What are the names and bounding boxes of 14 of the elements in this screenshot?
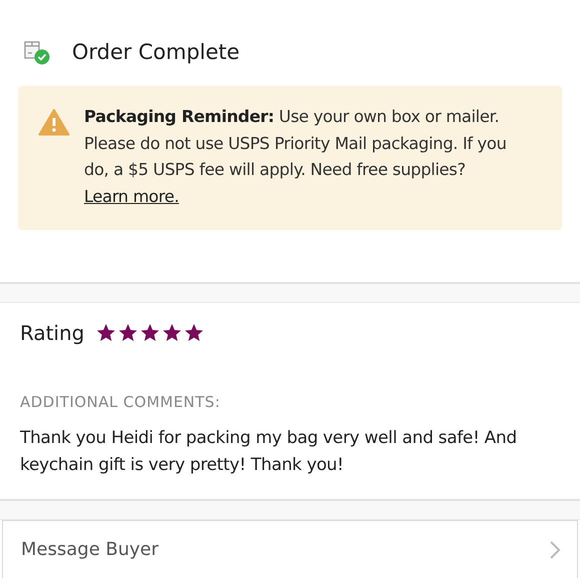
learn-more-link[interactable]: Learn more.: [84, 186, 179, 206]
comment-text: Thank you Heidi for packing my bag very well and safe! And keychain gift is very pretty! Thank you!: [19, 427, 518, 477]
star-icon: [96, 323, 116, 343]
warning-icon: [38, 108, 70, 136]
star-icon: [118, 323, 138, 343]
chevron-icon: [549, 540, 561, 560]
star-icon: [184, 323, 204, 343]
star-icon: [140, 323, 160, 343]
comments-heading: ADDITIONAL COMMENTS:: [19, 392, 222, 411]
star-icon: [162, 323, 182, 343]
reminder-text: Packaging Reminder: Use your own box or mailer. Please do not use USPS Priority Mail packaging. If you do, a $5 USPS fee will apply. Need free supplies? Learn more.: [84, 106, 508, 208]
message-buyer-button[interactable]: Message Buyer: [2, 520, 578, 578]
order-status-title: Order Complete: [72, 40, 240, 64]
rating-label: Rating: [20, 321, 84, 345]
